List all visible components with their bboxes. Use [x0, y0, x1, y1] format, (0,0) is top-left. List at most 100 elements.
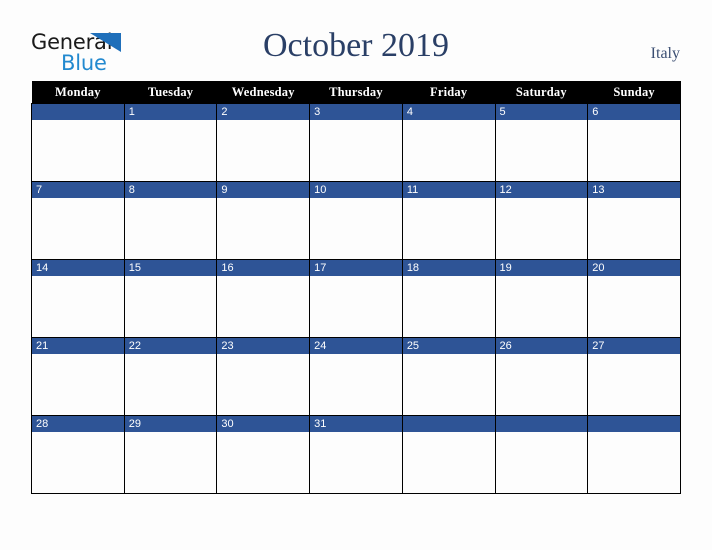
- day-content[interactable]: [311, 432, 402, 492]
- day-cell[interactable]: 21: [31, 337, 125, 416]
- day-cell[interactable]: 12: [494, 181, 589, 260]
- day-cell[interactable]: [494, 415, 589, 494]
- day-number: 3: [310, 104, 402, 120]
- day-number: [403, 416, 495, 432]
- day-cell[interactable]: [401, 415, 496, 494]
- calendar-body: 1 2 3 4 5 6 7 8 9 10 11 12 13 14 15 16 1…: [31, 103, 681, 494]
- day-content[interactable]: [218, 198, 309, 258]
- day-cell[interactable]: [31, 103, 125, 182]
- day-content[interactable]: [125, 120, 216, 180]
- day-cell[interactable]: 13: [587, 181, 681, 260]
- day-number: 15: [125, 260, 216, 276]
- weekday-header-monday: Monday: [31, 81, 125, 104]
- day-cell[interactable]: 19: [494, 259, 589, 338]
- day-content[interactable]: [311, 354, 402, 414]
- weekday-header-friday: Friday: [402, 81, 496, 104]
- day-cell[interactable]: 6: [587, 103, 681, 182]
- day-cell[interactable]: 9: [216, 181, 311, 260]
- day-cell[interactable]: 30: [216, 415, 311, 494]
- day-content[interactable]: [403, 276, 494, 336]
- day-content[interactable]: [403, 354, 494, 414]
- day-cell[interactable]: 27: [587, 337, 681, 416]
- weekday-header-wednesday: Wednesday: [216, 81, 310, 104]
- day-content[interactable]: [496, 276, 587, 336]
- day-number: 31: [310, 416, 402, 432]
- day-content[interactable]: [496, 354, 587, 414]
- day-cell[interactable]: 2: [216, 103, 311, 182]
- day-number: 27: [588, 338, 680, 354]
- day-number: 16: [217, 260, 309, 276]
- day-number: 24: [310, 338, 402, 354]
- week-row: 14 15 16 17 18 19 20: [31, 259, 681, 338]
- day-cell[interactable]: 26: [494, 337, 589, 416]
- day-content[interactable]: [218, 276, 309, 336]
- day-cell[interactable]: 18: [401, 259, 496, 338]
- day-cell[interactable]: 24: [309, 337, 403, 416]
- day-content[interactable]: [218, 120, 309, 180]
- day-cell[interactable]: 17: [309, 259, 403, 338]
- day-content[interactable]: [218, 432, 309, 492]
- day-cell[interactable]: 11: [401, 181, 496, 260]
- day-number: 5: [496, 104, 587, 120]
- week-row: 1 2 3 4 5 6: [31, 103, 681, 182]
- day-content[interactable]: [32, 276, 123, 336]
- weekday-header-row: Monday Tuesday Wednesday Thursday Friday…: [31, 81, 681, 104]
- day-cell[interactable]: 4: [401, 103, 496, 182]
- day-number: [496, 416, 587, 432]
- day-cell[interactable]: 29: [123, 415, 218, 494]
- day-cell[interactable]: 7: [31, 181, 125, 260]
- day-content[interactable]: [125, 432, 216, 492]
- day-cell[interactable]: 16: [216, 259, 311, 338]
- day-cell[interactable]: 23: [216, 337, 311, 416]
- day-cell[interactable]: [587, 415, 681, 494]
- weekday-header-tuesday: Tuesday: [124, 81, 217, 104]
- day-cell[interactable]: 15: [123, 259, 218, 338]
- day-cell[interactable]: 28: [31, 415, 125, 494]
- day-content[interactable]: [589, 198, 680, 258]
- day-cell[interactable]: 8: [123, 181, 218, 260]
- calendar-table: Monday Tuesday Wednesday Thursday Friday…: [31, 81, 681, 494]
- day-cell[interactable]: 14: [31, 259, 125, 338]
- day-cell[interactable]: 3: [309, 103, 403, 182]
- calendar-grid-wrapper: Monday Tuesday Wednesday Thursday Friday…: [31, 81, 681, 494]
- day-content[interactable]: [125, 354, 216, 414]
- day-cell[interactable]: 20: [587, 259, 681, 338]
- day-content[interactable]: [32, 198, 123, 258]
- day-number: 11: [403, 182, 495, 198]
- day-number: 20: [588, 260, 680, 276]
- day-content[interactable]: [496, 198, 587, 258]
- day-content[interactable]: [403, 432, 494, 492]
- day-content[interactable]: [32, 432, 123, 492]
- day-cell[interactable]: 5: [494, 103, 589, 182]
- day-content[interactable]: [589, 432, 680, 492]
- day-content[interactable]: [311, 198, 402, 258]
- day-content[interactable]: [589, 120, 680, 180]
- day-number: 18: [403, 260, 495, 276]
- day-number: 17: [310, 260, 402, 276]
- day-cell[interactable]: 1: [123, 103, 218, 182]
- day-content[interactable]: [496, 432, 587, 492]
- day-number: 28: [32, 416, 124, 432]
- day-number: [588, 416, 680, 432]
- country-label: Italy: [650, 45, 680, 62]
- day-cell[interactable]: 10: [309, 181, 403, 260]
- week-row: 28 29 30 31: [31, 415, 681, 494]
- day-content[interactable]: [496, 120, 587, 180]
- day-content[interactable]: [125, 198, 216, 258]
- day-cell[interactable]: 31: [309, 415, 403, 494]
- day-content[interactable]: [589, 276, 680, 336]
- day-content[interactable]: [32, 354, 123, 414]
- day-cell[interactable]: 25: [401, 337, 496, 416]
- day-content[interactable]: [125, 276, 216, 336]
- day-number: 2: [217, 104, 309, 120]
- weekday-header-saturday: Saturday: [495, 81, 588, 104]
- day-content[interactable]: [32, 120, 123, 180]
- day-number: 8: [125, 182, 216, 198]
- day-content[interactable]: [403, 120, 494, 180]
- day-content[interactable]: [311, 276, 402, 336]
- day-content[interactable]: [403, 198, 494, 258]
- day-content[interactable]: [218, 354, 309, 414]
- day-cell[interactable]: 22: [123, 337, 218, 416]
- day-content[interactable]: [589, 354, 680, 414]
- day-content[interactable]: [311, 120, 402, 180]
